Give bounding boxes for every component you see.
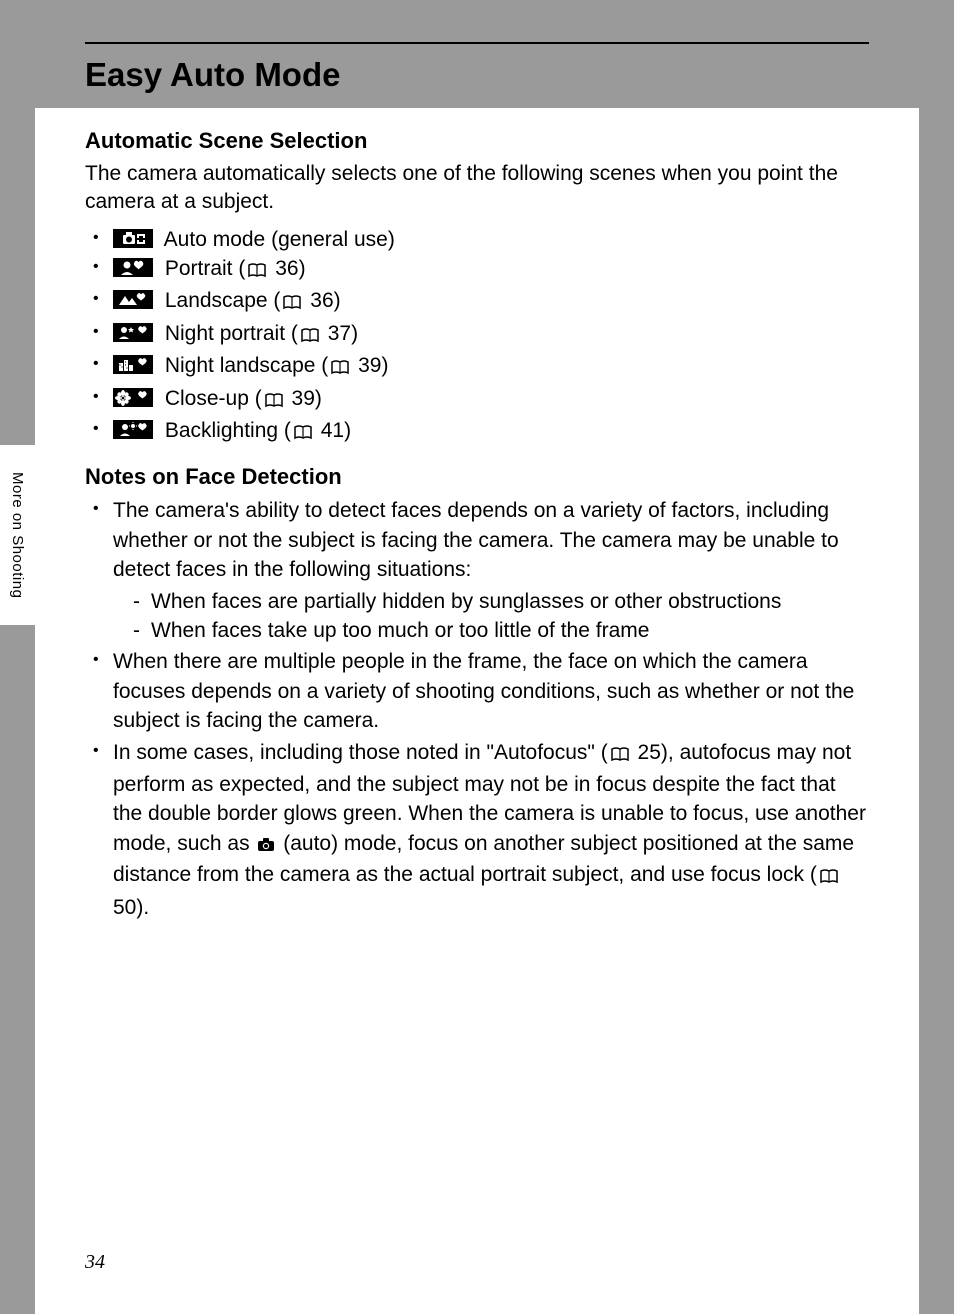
scene-label-post: ) — [315, 387, 322, 410]
scene-label-post: ) — [351, 322, 358, 345]
note-text: In some cases, including those noted in … — [113, 741, 608, 764]
night-landscape-icon — [113, 355, 153, 374]
page-ref: 39 — [358, 354, 381, 377]
section-heading-scene: Automatic Scene Selection — [85, 128, 869, 154]
list-item: Night portrait ( 37) — [91, 319, 869, 351]
page-ref: 50 — [113, 896, 136, 919]
list-item: Landscape ( 36) — [91, 286, 869, 318]
page-ref: 39 — [292, 387, 315, 410]
list-item: Night landscape ( 39) — [91, 351, 869, 383]
page-ref: 25 — [638, 741, 661, 764]
auto-mode-icon — [113, 229, 153, 248]
scene-label-post: ) — [299, 257, 306, 280]
scene-label-post: ) — [381, 354, 388, 377]
page-ref-icon — [282, 289, 302, 318]
page-ref-icon — [264, 387, 284, 416]
list-item: When faces are partially hidden by sungl… — [133, 587, 869, 616]
scene-list: Auto mode (general use) Portrait ( 36) L… — [85, 225, 869, 449]
portrait-icon — [113, 258, 153, 277]
note-text: When faces take up too much or too littl… — [151, 619, 649, 642]
list-item: When there are multiple people in the fr… — [91, 647, 869, 735]
page-ref-icon — [300, 322, 320, 351]
scene-label: Close-up ( — [159, 387, 262, 410]
scene-label: Portrait ( — [159, 257, 245, 280]
chapter-header: Easy Auto Mode — [85, 42, 869, 104]
page-ref: 36 — [310, 289, 333, 312]
note-text: The camera's ability to detect faces dep… — [113, 499, 839, 581]
landscape-icon — [113, 290, 153, 309]
section-heading-notes: Notes on Face Detection — [85, 464, 869, 490]
note-text: When faces are partially hidden by sungl… — [151, 590, 781, 613]
scene-label: Backlighting ( — [159, 419, 291, 442]
sub-list: When faces are partially hidden by sungl… — [113, 587, 869, 646]
page-number: 34 — [85, 1251, 105, 1274]
page-ref: 41 — [321, 419, 344, 442]
page-ref-icon — [819, 863, 839, 892]
list-item: Backlighting ( 41) — [91, 416, 869, 448]
scene-label-post: ) — [344, 419, 351, 442]
page-ref-icon — [610, 741, 630, 770]
page-ref-icon — [293, 419, 313, 448]
list-item: Portrait ( 36) — [91, 254, 869, 286]
scene-label: Landscape ( — [159, 289, 280, 312]
note-text: When there are multiple people in the fr… — [113, 650, 854, 732]
list-item: The camera's ability to detect faces dep… — [91, 496, 869, 645]
scene-label-post: ) — [334, 289, 341, 312]
header-gray-band — [35, 0, 919, 42]
section-tab: More on Shooting — [0, 445, 35, 625]
notes-list: The camera's ability to detect faces dep… — [85, 496, 869, 921]
night-portrait-icon — [113, 323, 153, 342]
section-tab-label: More on Shooting — [9, 472, 26, 598]
scene-label: Night portrait ( — [159, 322, 298, 345]
section-intro: The camera automatically selects one of … — [85, 160, 869, 217]
page-ref-icon — [247, 257, 267, 286]
scene-label: Auto mode (general use) — [159, 228, 395, 251]
scene-label: Night landscape ( — [159, 354, 328, 377]
chapter-title: Easy Auto Mode — [85, 44, 869, 104]
page-ref-icon — [330, 354, 350, 383]
list-item: In some cases, including those noted in … — [91, 738, 869, 922]
page-ref: 37 — [328, 322, 351, 345]
page-ref: 36 — [275, 257, 298, 280]
list-item: When faces take up too much or too littl… — [133, 616, 869, 645]
list-item: Close-up ( 39) — [91, 384, 869, 416]
page-body: Automatic Scene Selection The camera aut… — [35, 108, 919, 1314]
camera-icon — [256, 831, 276, 860]
backlighting-icon — [113, 420, 153, 439]
close-up-icon — [113, 388, 153, 407]
note-text: ). — [136, 896, 149, 919]
list-item: Auto mode (general use) — [91, 225, 869, 254]
